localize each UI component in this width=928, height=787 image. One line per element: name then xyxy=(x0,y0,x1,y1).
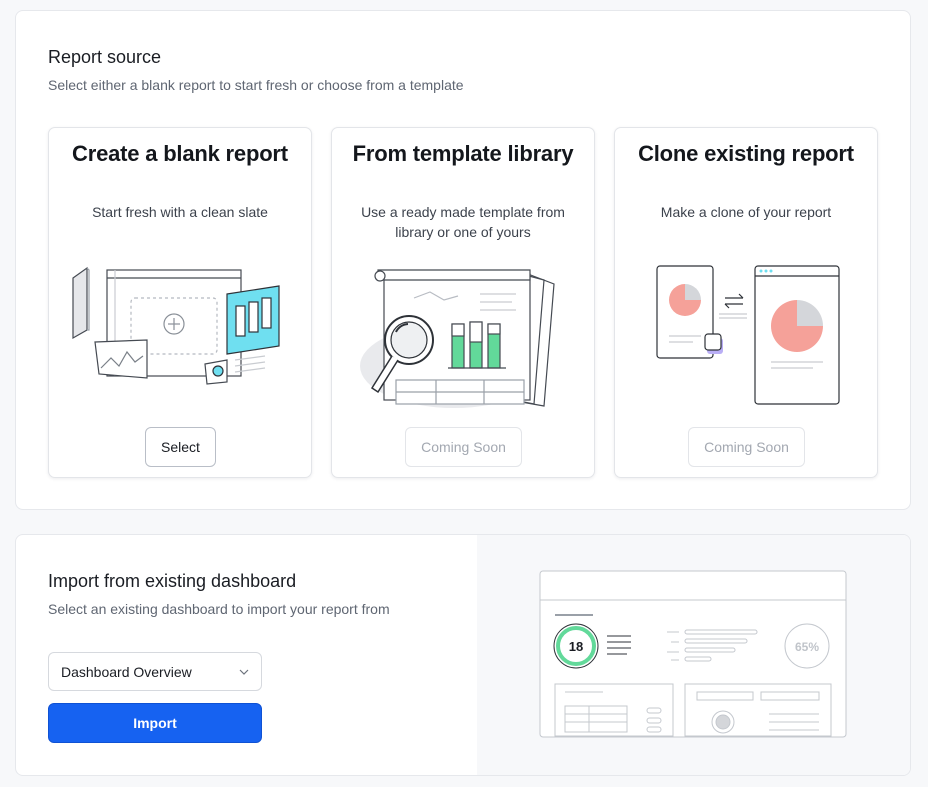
blank-report-card[interactable]: Create a blank report Start fresh with a… xyxy=(48,127,312,478)
report-source-subtitle: Select either a blank report to start fr… xyxy=(48,77,464,93)
card-description: Start fresh with a clean slate xyxy=(92,204,268,220)
template-library-illustration xyxy=(360,269,555,408)
card-description: Make a clone of your report xyxy=(660,204,832,220)
dashboard-preview: 18 65% xyxy=(477,535,910,775)
select-button[interactable]: Select xyxy=(145,427,216,467)
dashboard-select[interactable]: Dashboard Overview xyxy=(48,652,262,691)
card-description: Use a ready made template from library o… xyxy=(361,204,565,240)
import-dashboard-panel: Import from existing dashboard Select an… xyxy=(15,534,911,776)
dashboard-select-value: Dashboard Overview xyxy=(61,663,192,680)
score-value: 18 xyxy=(569,639,583,654)
coming-soon-button[interactable]: Coming Soon xyxy=(405,427,522,467)
blank-report-illustration xyxy=(72,266,280,385)
report-source-title: Report source xyxy=(48,47,162,67)
clone-report-card[interactable]: Clone existing report Make a clone of yo… xyxy=(614,127,878,478)
import-subtitle: Select an existing dashboard to import y… xyxy=(48,601,390,617)
template-library-card[interactable]: From template library Use a ready made t… xyxy=(331,127,595,478)
report-source-panel: Report source Select either a blank repo… xyxy=(15,10,911,510)
import-button[interactable]: Import xyxy=(48,703,262,743)
card-title: Clone existing report xyxy=(638,141,854,166)
clone-report-illustration xyxy=(656,265,840,405)
card-title: Create a blank report xyxy=(72,141,288,166)
coming-soon-button[interactable]: Coming Soon xyxy=(688,427,805,467)
import-title: Import from existing dashboard xyxy=(48,571,297,591)
dashboard-preview-illustration: 18 65% xyxy=(539,570,847,738)
percent-value: 65% xyxy=(795,640,819,654)
chevron-down-icon xyxy=(239,669,249,675)
card-title: From template library xyxy=(352,141,574,166)
